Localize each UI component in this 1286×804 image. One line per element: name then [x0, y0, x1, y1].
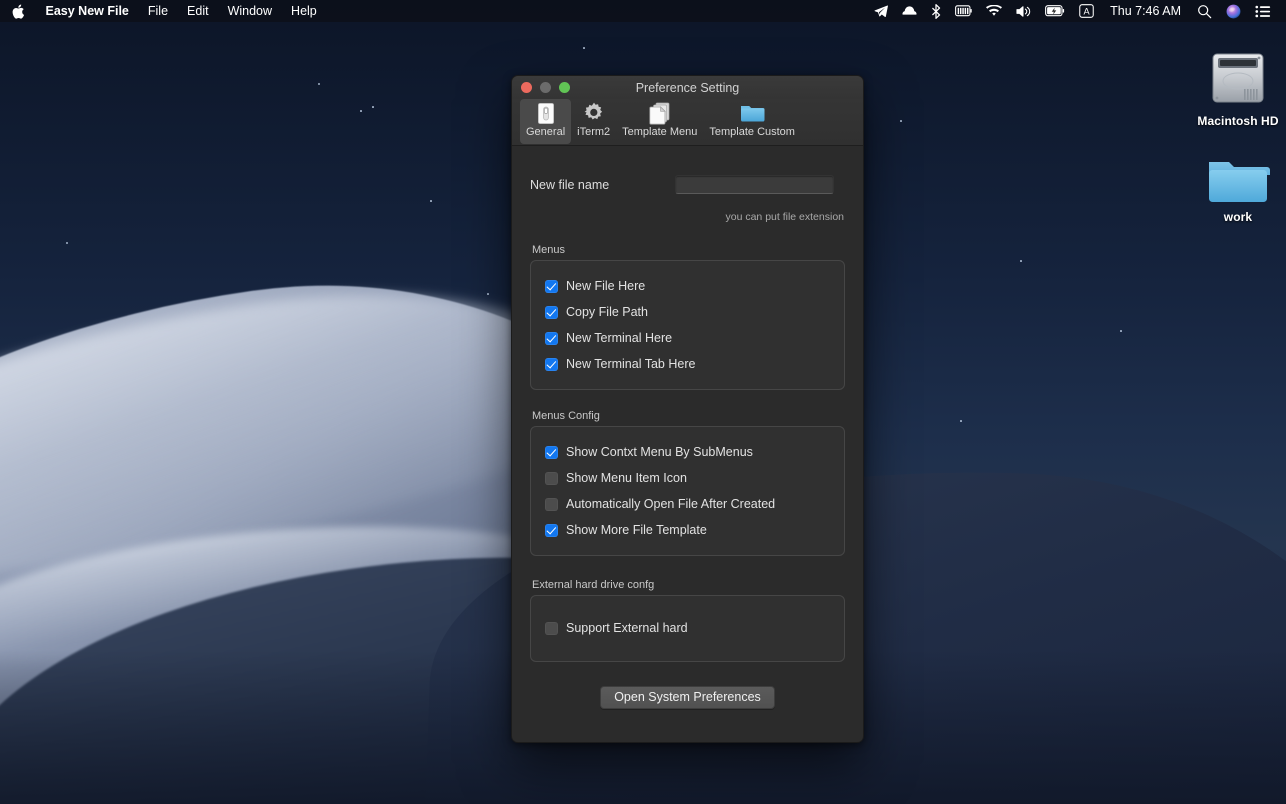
- file-extension-hint: you can put file extension: [512, 211, 863, 223]
- group-box: New File Here Copy File Path New Termina…: [530, 260, 845, 390]
- checkbox[interactable]: [545, 306, 558, 319]
- checkbox-label: Copy File Path: [566, 305, 648, 319]
- checkbox-label: Show Contxt Menu By SubMenus: [566, 445, 753, 459]
- checkbox-label: New Terminal Here: [566, 331, 672, 345]
- tab-template-menu[interactable]: Template Menu: [616, 99, 703, 144]
- svg-text:A: A: [1084, 7, 1091, 17]
- folder-icon: [739, 101, 765, 125]
- close-button[interactable]: [521, 82, 532, 93]
- folder-icon: [1205, 152, 1271, 206]
- group-external-hard-drive-config: External hard drive confg Support Extern…: [530, 579, 845, 662]
- group-box: Show Contxt Menu By SubMenus Show Menu I…: [530, 426, 845, 556]
- group-title: Menus: [530, 244, 845, 256]
- tab-label: General: [526, 126, 565, 138]
- checkbox-row-show-more-file-template[interactable]: Show More File Template: [531, 517, 844, 543]
- checkbox-label: Show Menu Item Icon: [566, 471, 687, 485]
- menu-app-name[interactable]: Easy New File: [36, 0, 138, 22]
- open-system-preferences-row: Open System Preferences: [512, 686, 863, 709]
- desktop-icon-label: Macintosh HD: [1183, 114, 1286, 128]
- bluetooth-icon[interactable]: [924, 0, 948, 22]
- gear-icon: [582, 101, 606, 125]
- checkbox-row-copy-file-path[interactable]: Copy File Path: [531, 299, 844, 325]
- maximize-button[interactable]: [559, 82, 570, 93]
- checkbox-label: Support External hard: [566, 621, 688, 635]
- tab-template-custom[interactable]: Template Custom: [703, 99, 801, 144]
- menu-item-window[interactable]: Window: [218, 0, 281, 22]
- checkbox[interactable]: [545, 524, 558, 537]
- checkbox-row-new-file-here[interactable]: New File Here: [531, 273, 844, 299]
- menu-bar[interactable]: Easy New File File Edit Window Help: [0, 0, 1286, 22]
- cloud-icon[interactable]: [895, 0, 924, 22]
- checkbox[interactable]: [545, 332, 558, 345]
- battery-meter-icon[interactable]: [948, 0, 979, 22]
- minimize-button[interactable]: [540, 82, 551, 93]
- control-center-icon[interactable]: [1248, 0, 1278, 22]
- checkbox-row-new-terminal-here[interactable]: New Terminal Here: [531, 325, 844, 351]
- telegram-icon[interactable]: [867, 0, 895, 22]
- checkbox-label: New Terminal Tab Here: [566, 357, 695, 371]
- battery-charging-icon[interactable]: [1038, 0, 1072, 22]
- checkbox-row-new-terminal-tab-here[interactable]: New Terminal Tab Here: [531, 351, 844, 377]
- menu-bar-clock[interactable]: Thu 7:46 AM: [1101, 4, 1190, 18]
- group-menus: Menus New File Here Copy File Path New T…: [530, 244, 845, 390]
- group-title: External hard drive confg: [530, 579, 845, 591]
- group-menus-config: Menus Config Show Contxt Menu By SubMenu…: [530, 410, 845, 556]
- checkbox[interactable]: [545, 280, 558, 293]
- input-source-icon[interactable]: A: [1072, 0, 1101, 22]
- apple-logo-icon[interactable]: [0, 0, 36, 22]
- general-pane: New file name you can put file extension…: [512, 146, 863, 743]
- documents-icon: [647, 101, 673, 125]
- traffic-lights: [512, 82, 570, 93]
- checkbox-row-automatically-open-file-after-created[interactable]: Automatically Open File After Created: [531, 491, 844, 517]
- wifi-icon[interactable]: [979, 0, 1009, 22]
- desktop-icon-work-folder[interactable]: work: [1183, 152, 1286, 224]
- new-file-name-label: New file name: [530, 178, 675, 192]
- group-title: Menus Config: [530, 410, 845, 422]
- checkbox[interactable]: [545, 358, 558, 371]
- desktop-icon-macintosh-hd[interactable]: Macintosh HD: [1183, 48, 1286, 128]
- window-titlebar[interactable]: Preference Setting: [512, 76, 863, 99]
- menu-item-edit[interactable]: Edit: [178, 0, 219, 22]
- checkbox[interactable]: [545, 472, 558, 485]
- open-system-preferences-button[interactable]: Open System Preferences: [600, 686, 775, 709]
- preferences-general-icon: [535, 101, 557, 125]
- tab-general[interactable]: General: [520, 99, 571, 144]
- tab-iterm2[interactable]: iTerm2: [571, 99, 616, 144]
- preference-setting-window[interactable]: Preference Setting General iTerm2: [511, 75, 864, 743]
- checkbox-row-show-menu-item-icon[interactable]: Show Menu Item Icon: [531, 465, 844, 491]
- window-toolbar[interactable]: General iTerm2 Template Menu: [512, 99, 863, 146]
- menu-item-help[interactable]: Help: [282, 0, 327, 22]
- desktop-icon-label: work: [1183, 210, 1286, 224]
- group-box: Support External hard: [530, 595, 845, 662]
- volume-icon[interactable]: [1009, 0, 1038, 22]
- checkbox[interactable]: [545, 446, 558, 459]
- checkbox[interactable]: [545, 622, 558, 635]
- checkbox-row-show-context-menu-by-submenus[interactable]: Show Contxt Menu By SubMenus: [531, 439, 844, 465]
- checkbox-label: Show More File Template: [566, 523, 707, 537]
- siri-icon[interactable]: [1219, 0, 1248, 22]
- new-file-name-row: New file name: [512, 146, 863, 194]
- checkbox-label: Automatically Open File After Created: [566, 497, 775, 511]
- tab-label: iTerm2: [577, 126, 610, 138]
- search-icon[interactable]: [1190, 0, 1219, 22]
- hard-drive-icon: [1205, 48, 1271, 110]
- menu-item-file[interactable]: File: [138, 0, 177, 22]
- checkbox-row-support-external-hard[interactable]: Support External hard: [531, 615, 844, 641]
- tab-label: Template Custom: [709, 126, 795, 138]
- checkbox-label: New File Here: [566, 279, 645, 293]
- new-file-name-input[interactable]: [675, 175, 834, 194]
- checkbox[interactable]: [545, 498, 558, 511]
- tab-label: Template Menu: [622, 126, 697, 138]
